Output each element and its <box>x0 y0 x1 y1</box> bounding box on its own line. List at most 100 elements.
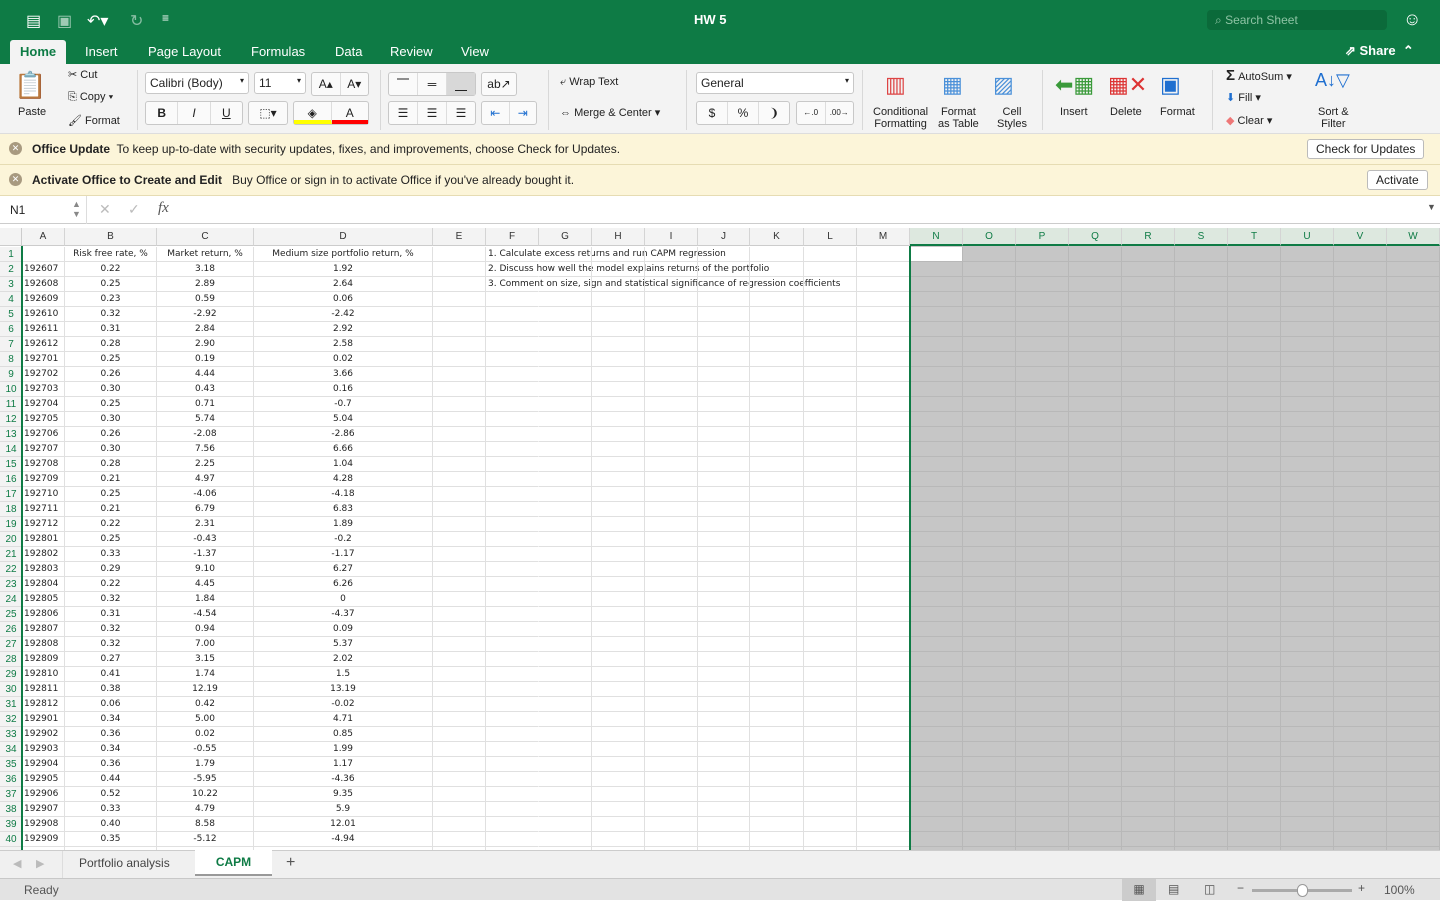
selected-cell[interactable] <box>1175 622 1228 637</box>
cell[interactable]: 0.30 <box>65 412 157 427</box>
selected-cell[interactable] <box>1228 397 1281 412</box>
align-right-icon[interactable]: ☰ <box>447 102 475 124</box>
selected-cell[interactable] <box>1069 712 1122 727</box>
empty-cell[interactable] <box>486 562 539 577</box>
italic-button[interactable]: I <box>178 102 211 124</box>
selected-cell[interactable] <box>1175 787 1228 802</box>
zoom-slider-thumb[interactable] <box>1297 884 1308 897</box>
cell[interactable]: 192902 <box>22 727 65 742</box>
empty-cell[interactable] <box>592 322 645 337</box>
empty-cell[interactable] <box>592 292 645 307</box>
format-as-table-button[interactable]: Format as Table <box>938 106 979 130</box>
selected-cell[interactable] <box>1387 547 1440 562</box>
row-header[interactable]: 26 <box>0 622 22 637</box>
close-icon[interactable]: ✕ <box>9 173 22 186</box>
selected-cell[interactable] <box>1069 562 1122 577</box>
empty-cell[interactable] <box>539 397 592 412</box>
normal-view-icon[interactable]: ▦ <box>1122 879 1156 901</box>
empty-cell[interactable] <box>645 532 698 547</box>
cell[interactable]: 0.21 <box>65 472 157 487</box>
row-header[interactable]: 1 <box>0 247 22 262</box>
cell[interactable]: 192711 <box>22 502 65 517</box>
selected-cell[interactable] <box>1122 247 1175 262</box>
active-cell[interactable] <box>910 247 963 262</box>
cell[interactable]: 0.38 <box>65 682 157 697</box>
empty-cell[interactable] <box>433 352 486 367</box>
selected-cell[interactable] <box>1016 652 1069 667</box>
cell[interactable]: 192812 <box>22 697 65 712</box>
selected-cell[interactable] <box>1069 577 1122 592</box>
selected-cell[interactable] <box>1122 577 1175 592</box>
selected-cell[interactable] <box>910 427 963 442</box>
empty-cell[interactable] <box>804 697 857 712</box>
selected-cell[interactable] <box>910 397 963 412</box>
selected-cell[interactable] <box>1175 472 1228 487</box>
empty-cell[interactable] <box>539 562 592 577</box>
selected-cell[interactable] <box>1387 247 1440 262</box>
row-header[interactable]: 13 <box>0 427 22 442</box>
empty-cell[interactable] <box>539 817 592 832</box>
selected-cell[interactable] <box>1334 412 1387 427</box>
empty-cell[interactable] <box>750 682 804 697</box>
selected-cell[interactable] <box>1228 307 1281 322</box>
selected-cell[interactable] <box>1069 337 1122 352</box>
feedback-smiley-icon[interactable]: ☺ <box>1403 9 1421 30</box>
selected-cell[interactable] <box>910 817 963 832</box>
selected-cell[interactable] <box>1069 622 1122 637</box>
empty-cell[interactable] <box>698 397 750 412</box>
name-box[interactable]: N1 <box>10 203 25 217</box>
selected-cell[interactable] <box>1334 262 1387 277</box>
selected-cell[interactable] <box>910 697 963 712</box>
empty-cell[interactable] <box>750 487 804 502</box>
empty-cell[interactable] <box>857 247 910 262</box>
selected-cell[interactable] <box>1069 367 1122 382</box>
empty-cell[interactable] <box>750 412 804 427</box>
empty-cell[interactable] <box>750 832 804 847</box>
align-middle-icon[interactable]: ═ <box>418 73 447 95</box>
empty-cell[interactable] <box>698 682 750 697</box>
selected-cell[interactable] <box>1334 697 1387 712</box>
cell[interactable]: 0.19 <box>157 352 254 367</box>
selected-cell[interactable] <box>1122 262 1175 277</box>
selected-cell[interactable] <box>1016 397 1069 412</box>
empty-cell[interactable] <box>433 832 486 847</box>
empty-cell[interactable] <box>592 667 645 682</box>
selected-cell[interactable] <box>963 382 1016 397</box>
cell[interactable]: 4.79 <box>157 802 254 817</box>
cell[interactable]: 192803 <box>22 562 65 577</box>
delete-cells-icon[interactable]: ▦✕ <box>1108 72 1147 98</box>
selected-cell[interactable] <box>1387 442 1440 457</box>
cell[interactable]: 4.28 <box>254 472 433 487</box>
empty-cell[interactable] <box>592 442 645 457</box>
empty-cell[interactable] <box>750 652 804 667</box>
selected-cell[interactable] <box>963 322 1016 337</box>
selected-cell[interactable] <box>1281 802 1334 817</box>
selected-cell[interactable] <box>1016 712 1069 727</box>
row-header[interactable]: 15 <box>0 457 22 472</box>
empty-cell[interactable] <box>857 607 910 622</box>
decrease-font-icon[interactable]: A▾ <box>341 73 369 95</box>
selected-cell[interactable] <box>1334 817 1387 832</box>
selected-cell[interactable] <box>1122 367 1175 382</box>
selected-cell[interactable] <box>1281 397 1334 412</box>
empty-cell[interactable] <box>698 367 750 382</box>
selected-cell[interactable] <box>1016 607 1069 622</box>
empty-cell[interactable] <box>750 757 804 772</box>
cell[interactable]: 192702 <box>22 367 65 382</box>
selected-cell[interactable] <box>1069 832 1122 847</box>
empty-cell[interactable] <box>433 802 486 817</box>
row-header[interactable]: 12 <box>0 412 22 427</box>
selected-cell[interactable] <box>1281 667 1334 682</box>
zoom-slider[interactable] <box>1252 884 1352 897</box>
selected-cell[interactable] <box>963 562 1016 577</box>
empty-cell[interactable] <box>698 592 750 607</box>
selected-cell[interactable] <box>1016 592 1069 607</box>
row-header[interactable]: 4 <box>0 292 22 307</box>
cell[interactable]: 0.35 <box>65 832 157 847</box>
row-header[interactable]: 7 <box>0 337 22 352</box>
empty-cell[interactable] <box>804 757 857 772</box>
cell[interactable]: 0.26 <box>65 367 157 382</box>
selected-cell[interactable] <box>1334 787 1387 802</box>
empty-cell[interactable] <box>857 637 910 652</box>
copy-button[interactable]: ⎘ Copy ▾ <box>68 91 113 104</box>
